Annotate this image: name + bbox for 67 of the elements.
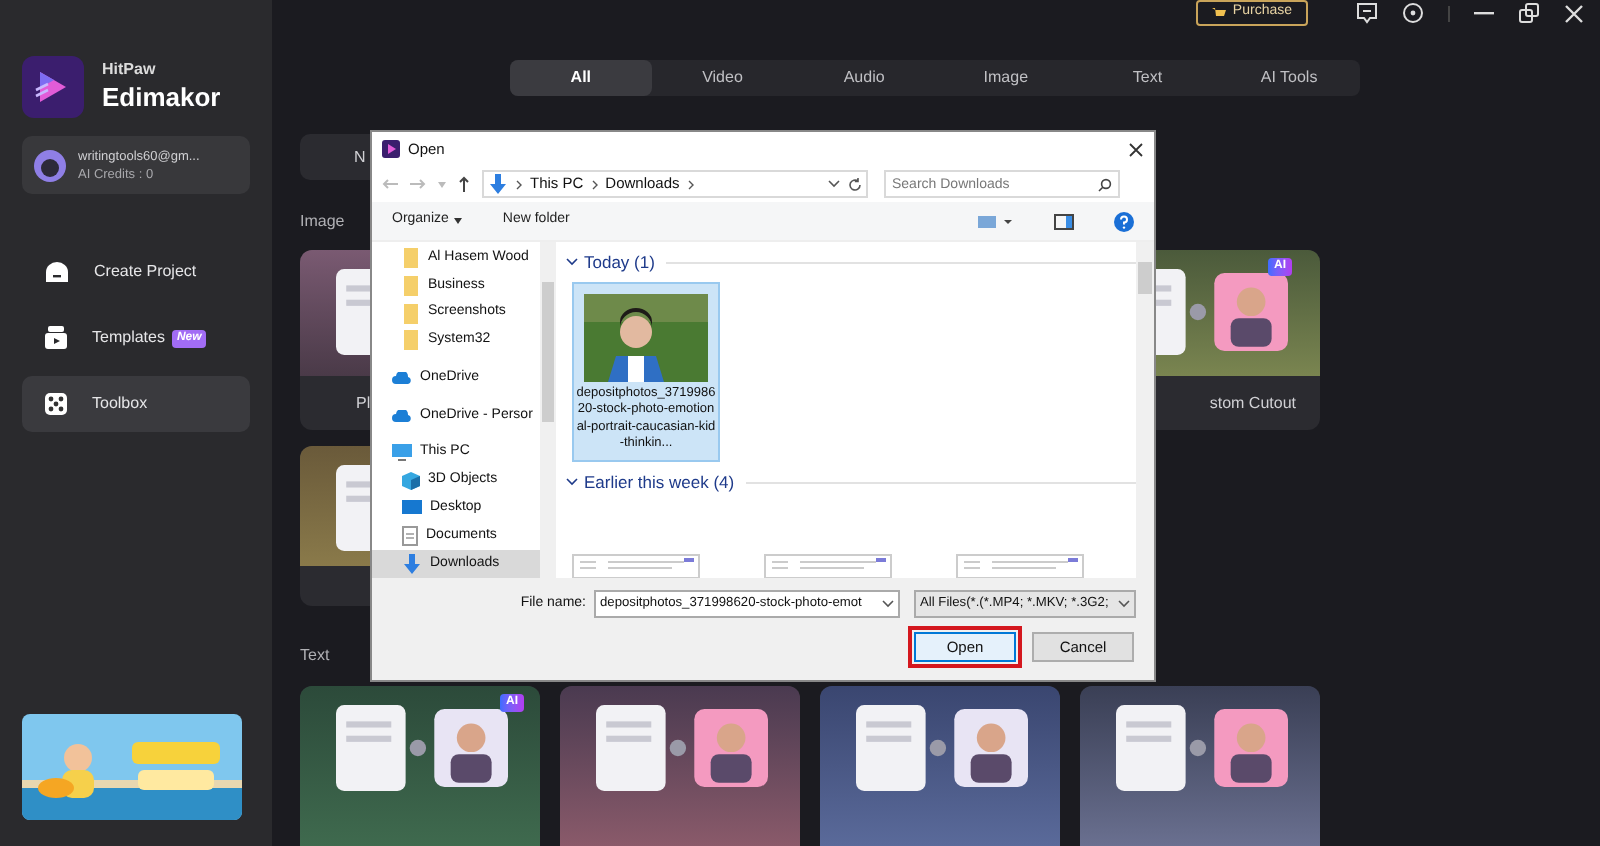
scrollbar[interactable] — [540, 242, 556, 578]
scrollbar[interactable] — [1136, 242, 1154, 578]
preview-pane-icon[interactable] — [1054, 213, 1074, 229]
chevron-down-icon[interactable] — [828, 180, 840, 188]
chevron-down-icon[interactable] — [566, 258, 578, 267]
document-thumbnail[interactable] — [956, 554, 1084, 578]
group-header[interactable]: Today (1) — [584, 250, 655, 276]
tool-card[interactable] — [1080, 686, 1320, 846]
sidebar-item[interactable]: Create Project — [22, 244, 250, 300]
cloud-icon — [392, 409, 412, 422]
search-icon[interactable] — [1098, 177, 1112, 191]
folder-icon — [402, 303, 420, 324]
sidebar-item-label: Toolbox — [92, 392, 148, 416]
tool-card[interactable] — [820, 686, 1060, 846]
computer-icon — [392, 444, 412, 463]
restore-icon[interactable] — [1518, 2, 1540, 24]
feedback-icon[interactable] — [1356, 2, 1378, 24]
sidebar-item[interactable]: Toolbox — [22, 376, 250, 432]
toolbox-icon — [44, 392, 68, 416]
up-arrow-icon[interactable] — [458, 176, 470, 192]
chevron-right-icon — [591, 179, 598, 189]
chevron-down-icon — [1118, 600, 1130, 608]
desktop-icon — [402, 500, 422, 517]
chevron-down-icon[interactable] — [882, 600, 894, 608]
sidebar-item-label: Create Project — [94, 260, 197, 284]
cube-icon — [402, 471, 420, 490]
group-header[interactable]: Earlier this week (4) — [584, 469, 735, 495]
chevron-right-icon — [516, 179, 522, 189]
folder-icon — [402, 247, 420, 268]
cart-icon — [1212, 7, 1227, 19]
app-logo — [382, 140, 400, 158]
help-icon[interactable] — [1114, 211, 1134, 231]
minimize-icon[interactable] — [1474, 11, 1494, 15]
section-title: Image — [300, 210, 345, 234]
folder-icon — [402, 330, 420, 351]
caret-icon — [454, 218, 463, 224]
download-arrow-icon — [488, 174, 508, 194]
template-icon — [44, 326, 68, 350]
document-icon — [402, 526, 418, 547]
app-logo — [22, 56, 84, 118]
target-icon[interactable] — [1402, 2, 1424, 24]
tool-card-caption: stom Cutout — [1209, 391, 1296, 415]
brand-name: HitPaw — [102, 60, 158, 80]
category-tab[interactable]: Image — [934, 60, 1077, 96]
cloud-icon — [392, 372, 412, 385]
refresh-icon[interactable] — [848, 177, 862, 191]
tool-card-caption: N — [354, 145, 366, 169]
category-tab[interactable]: AI Tools — [1218, 60, 1360, 96]
sidebar-item-label: Templates — [92, 326, 165, 350]
avatar-icon — [34, 149, 66, 181]
document-thumbnail[interactable] — [764, 554, 892, 578]
category-tab[interactable]: Audio — [793, 60, 935, 96]
chevron-right-icon — [687, 179, 694, 189]
download-arrow-icon — [402, 553, 422, 574]
category-tab[interactable]: Video — [651, 60, 794, 96]
home-icon — [44, 260, 70, 284]
category-tab[interactable]: All — [510, 60, 652, 96]
close-icon[interactable] — [1128, 141, 1144, 157]
document-thumbnail[interactable] — [572, 554, 700, 578]
product-name: Edimakor — [102, 80, 221, 114]
view-icon[interactable] — [978, 213, 1014, 229]
section-title: Text — [300, 644, 330, 668]
folder-icon — [402, 275, 420, 296]
tool-card[interactable] — [560, 686, 800, 846]
tool-card-caption: Pl — [356, 391, 371, 415]
category-tab[interactable]: Text — [1076, 60, 1219, 96]
chevron-down-icon[interactable] — [566, 478, 578, 487]
